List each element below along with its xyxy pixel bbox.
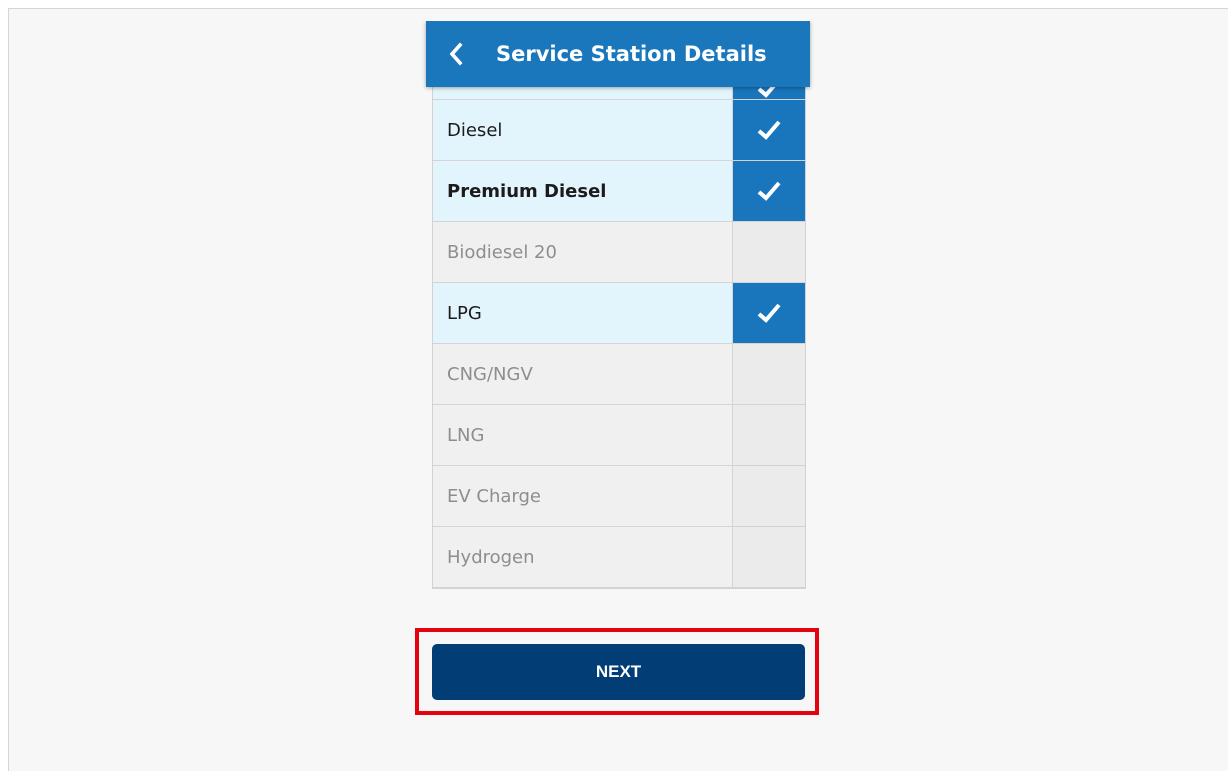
app-header: Service Station Details <box>426 21 810 87</box>
fuel-row[interactable]: Biodiesel 20 <box>433 222 805 283</box>
fuel-checkbox[interactable] <box>732 405 805 465</box>
fuel-list: Premium 98 Diesel Premium Diesel Biodies… <box>432 50 806 589</box>
fuel-label: EV Charge <box>433 466 732 526</box>
fuel-label: Diesel <box>433 100 732 160</box>
checkmark-icon <box>757 120 781 140</box>
checkmark-icon <box>757 303 781 323</box>
fuel-checkbox[interactable] <box>732 222 805 282</box>
page-title: Service Station Details <box>496 42 767 66</box>
fuel-checkbox[interactable] <box>732 344 805 404</box>
fuel-checkbox[interactable] <box>732 466 805 526</box>
checkmark-icon <box>757 181 781 201</box>
fuel-label: LNG <box>433 405 732 465</box>
fuel-row[interactable]: Diesel <box>433 100 805 161</box>
fuel-label: CNG/NGV <box>433 344 732 404</box>
fuel-row[interactable]: CNG/NGV <box>433 344 805 405</box>
fuel-label: Biodiesel 20 <box>433 222 732 282</box>
fuel-label: Premium Diesel <box>433 161 732 221</box>
fuel-checkbox[interactable] <box>732 161 805 221</box>
fuel-row[interactable]: LPG <box>433 283 805 344</box>
fuel-label: Hydrogen <box>433 527 732 587</box>
fuel-row[interactable]: Hydrogen <box>433 527 805 588</box>
fuel-checkbox[interactable] <box>732 100 805 160</box>
fuel-checkbox[interactable] <box>732 527 805 587</box>
fuel-row[interactable]: Premium Diesel <box>433 161 805 222</box>
next-button[interactable]: NEXT <box>432 644 805 700</box>
fuel-label: LPG <box>433 283 732 343</box>
fuel-row[interactable]: EV Charge <box>433 466 805 527</box>
fuel-row[interactable]: LNG <box>433 405 805 466</box>
fuel-checkbox[interactable] <box>732 283 805 343</box>
chevron-left-icon[interactable] <box>442 40 470 68</box>
